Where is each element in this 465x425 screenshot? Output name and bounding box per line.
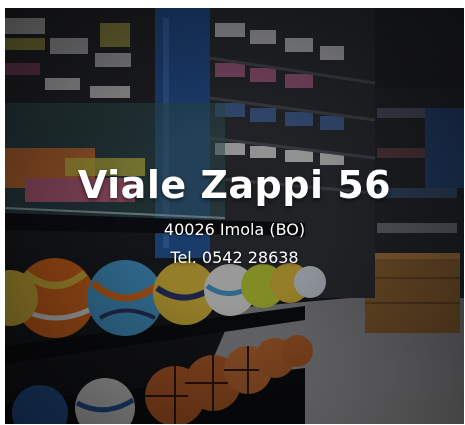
- city-line: 40026 Imola (BO): [163, 220, 306, 239]
- street-address: Viale Zappi 56: [77, 163, 392, 207]
- phone-line: Tel. 0542 28638: [170, 248, 299, 267]
- store-photo-card[interactable]: Viale Zappi 56 40026 Imola (BO) Tel. 054…: [5, 8, 464, 424]
- address-overlay: Viale Zappi 56 40026 Imola (BO) Tel. 054…: [5, 8, 464, 424]
